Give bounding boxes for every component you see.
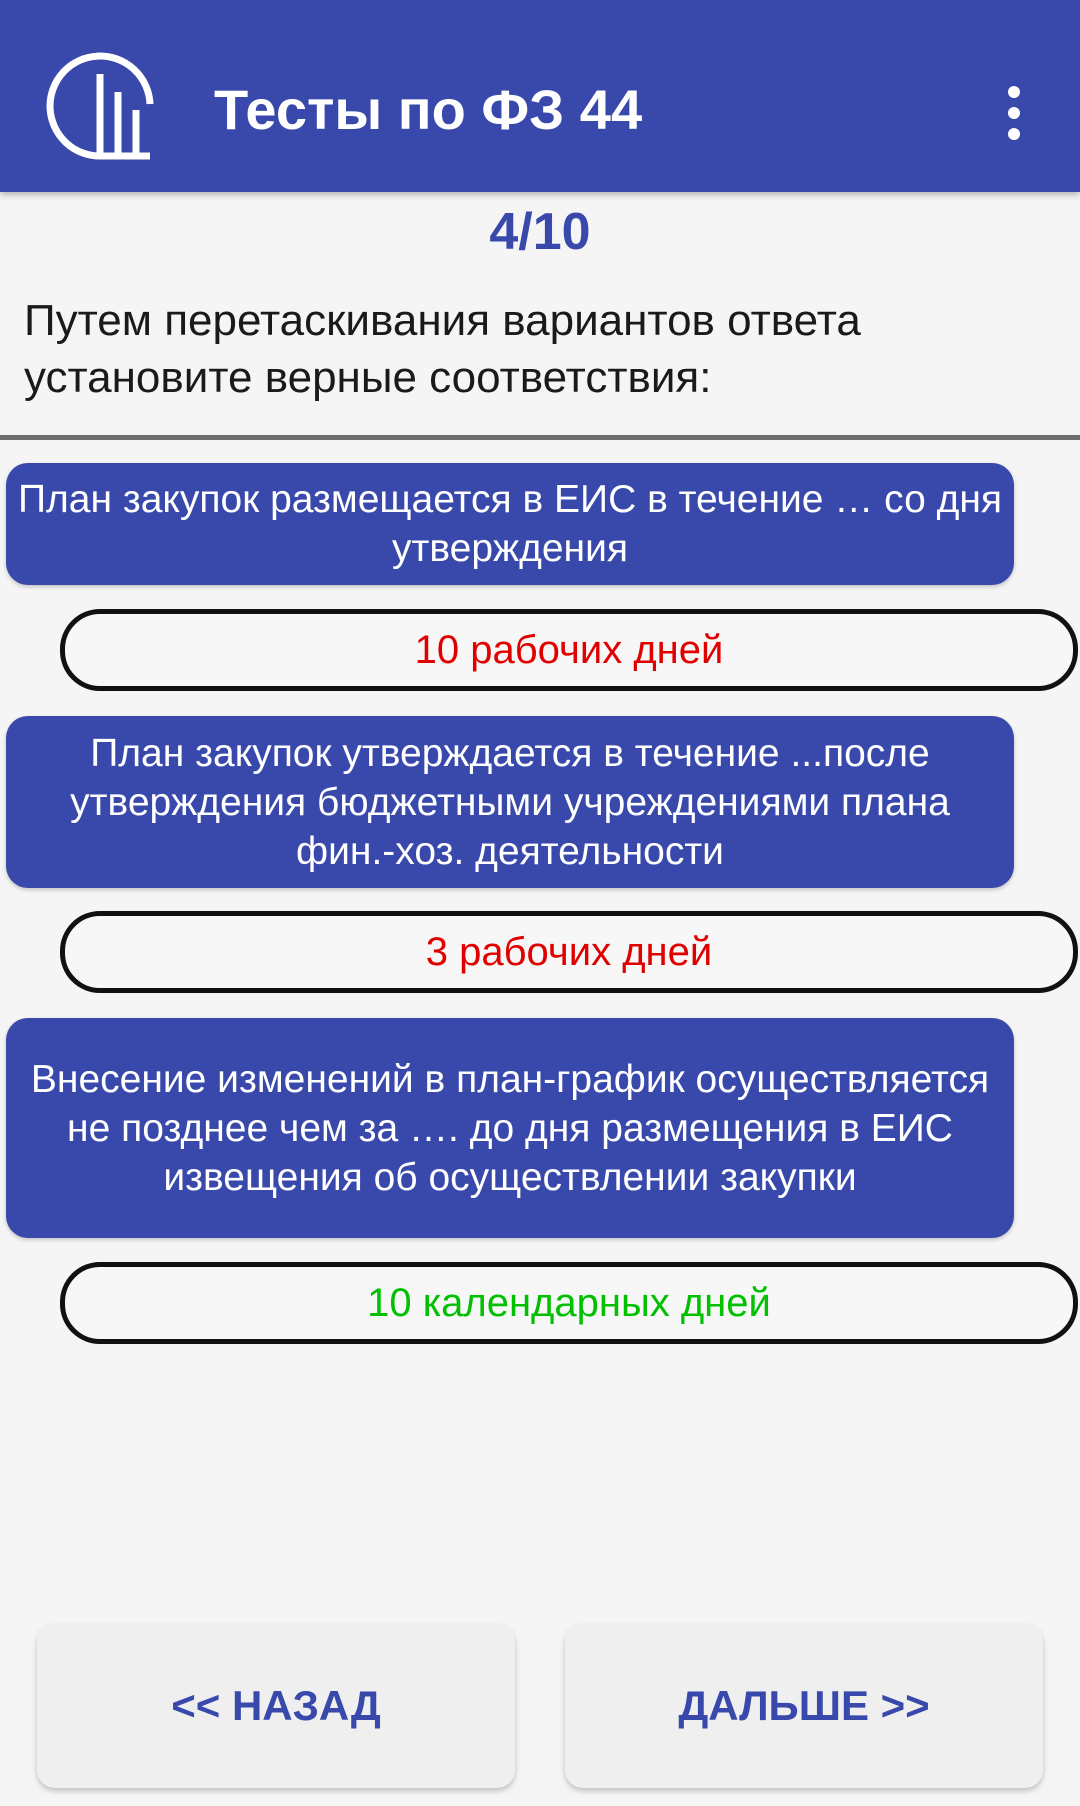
answer-slot-2[interactable]: 3 рабочих дней [60,911,1078,993]
statement-card-1: План закупок размещается в ЕИС в течение… [6,463,1014,585]
menu-dot [1008,128,1020,140]
quiz-screen: Тесты по ФЗ 44 4/10 Путем перетаскивания… [0,0,1080,1806]
divider [0,435,1080,440]
columns-logo-icon [46,52,154,160]
statement-card-2: План закупок утверждается в течение ...п… [6,716,1014,888]
answer-slot-1[interactable]: 10 рабочих дней [60,609,1078,691]
more-vertical-icon[interactable] [990,78,1038,148]
back-button[interactable]: << НАЗАД [37,1624,515,1788]
app-title: Тесты по ФЗ 44 [214,78,643,141]
answer-slot-3[interactable]: 10 календарных дней [60,1262,1078,1344]
menu-dot [1008,86,1020,98]
question-text: Путем перетаскивания вариантов ответа ус… [24,296,861,402]
next-button[interactable]: ДАЛЬШЕ >> [565,1624,1043,1788]
statement-card-3: Внесение изменений в план-график осущест… [6,1018,1014,1238]
menu-dot [1008,107,1020,119]
question-progress: 4/10 [489,203,591,261]
app-bar: Тесты по ФЗ 44 [0,0,1080,192]
